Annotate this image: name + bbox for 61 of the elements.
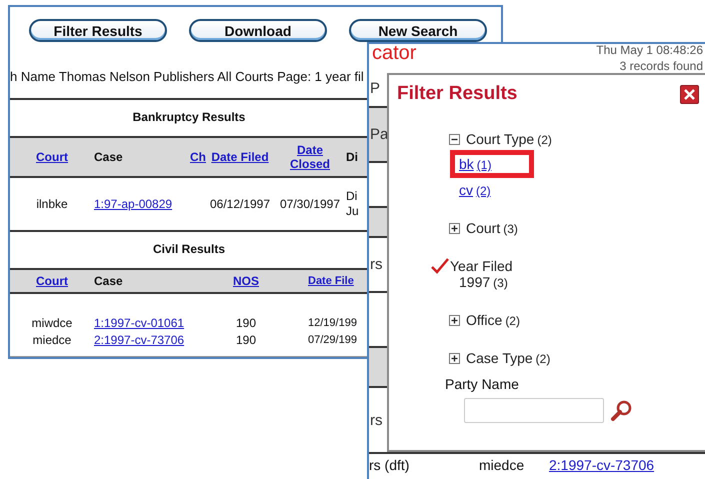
table-cell-text: rs (dft) — [369, 457, 410, 473]
filter-group-label: Court Type (2) — [466, 131, 552, 147]
timestamp: Thu May 1 08:48:26 — [596, 44, 703, 56]
filter-group-label: Court (3) — [466, 220, 518, 236]
column-header: Di — [346, 150, 359, 164]
party-name-label: Party Name — [445, 376, 520, 392]
case-link[interactable]: 2:1997-cv-73706 — [549, 457, 654, 473]
pill-button[interactable]: New Search — [349, 19, 487, 42]
column-sort-link[interactable]: Court — [10, 150, 94, 164]
table-cell-text: Di — [346, 189, 358, 204]
table-cell: 12/19/199 — [308, 316, 357, 328]
table-cell-text: 190 — [234, 332, 258, 346]
table-cell: 07/29/199 — [308, 334, 357, 346]
applied-filter-value: 1997 (3) — [458, 274, 509, 290]
expand-toggle[interactable] — [449, 352, 460, 364]
filter-group-label: Year Filed — [450, 258, 513, 274]
column-sort-link[interactable]: Date File — [308, 275, 366, 287]
case-link[interactable]: 1:1997-cv-01061 — [94, 316, 184, 330]
table-cell: P — [369, 80, 380, 96]
pill-button[interactable]: Download — [189, 19, 327, 42]
table-cell-text: 190 — [234, 316, 258, 330]
records-count: 3 records found — [620, 60, 703, 72]
column-sort-link[interactable]: NOS — [184, 274, 308, 288]
plus-icon — [450, 316, 459, 324]
checkmark-icon — [431, 258, 449, 274]
search-summary: h Name Thomas Nelson Publishers All Courts Page: 1 year fil — [10, 68, 365, 84]
search-button[interactable] — [610, 398, 634, 422]
expand-toggle[interactable] — [449, 314, 460, 326]
column-sort-link[interactable]: Ch — [184, 150, 206, 164]
table-cell: rs — [369, 412, 382, 428]
filter-option-link[interactable]: bk (1) — [459, 156, 492, 172]
table-cell-text: 06/12/1997 — [208, 197, 272, 211]
case-link[interactable]: 1:97-ap-00829 — [94, 197, 172, 211]
filter-group-label: Office (2) — [466, 312, 520, 328]
table-cell: Pa — [369, 126, 388, 143]
table-cell-text: miwdce — [30, 316, 74, 330]
table-cell-text: miedce — [32, 332, 72, 346]
logo-text: cator — [372, 42, 416, 66]
column-sort-link[interactable]: Date Closed — [288, 143, 332, 171]
collapse-toggle[interactable] — [449, 134, 460, 144]
column-sort-link[interactable]: Date Filed — [206, 150, 274, 164]
search-icon — [610, 398, 634, 422]
plus-icon — [450, 354, 459, 362]
table-cell-text: ilnbke — [35, 197, 69, 211]
table-cell: rs — [369, 256, 382, 273]
plus-icon — [450, 224, 459, 232]
case-link[interactable]: 2:1997-cv-73706 — [94, 332, 184, 346]
column-header: Case — [94, 150, 124, 164]
column-sort-link[interactable]: Court — [10, 274, 94, 288]
party-name-field[interactable] — [464, 398, 604, 423]
table-cell-text: miedce — [479, 457, 526, 473]
close-button[interactable] — [680, 84, 699, 104]
column-header: Case — [94, 274, 124, 288]
filter-option-link[interactable]: cv (2) — [459, 182, 491, 198]
dialog-title: Filter Results — [397, 83, 518, 105]
close-icon — [684, 88, 695, 100]
expand-toggle[interactable] — [449, 222, 460, 234]
filter-group-label: Case Type (2) — [466, 350, 550, 366]
table-cell-text: 07/30/1997 — [278, 197, 342, 211]
table-cell-text: Ju — [346, 204, 360, 219]
pill-button[interactable]: Filter Results — [29, 19, 167, 42]
